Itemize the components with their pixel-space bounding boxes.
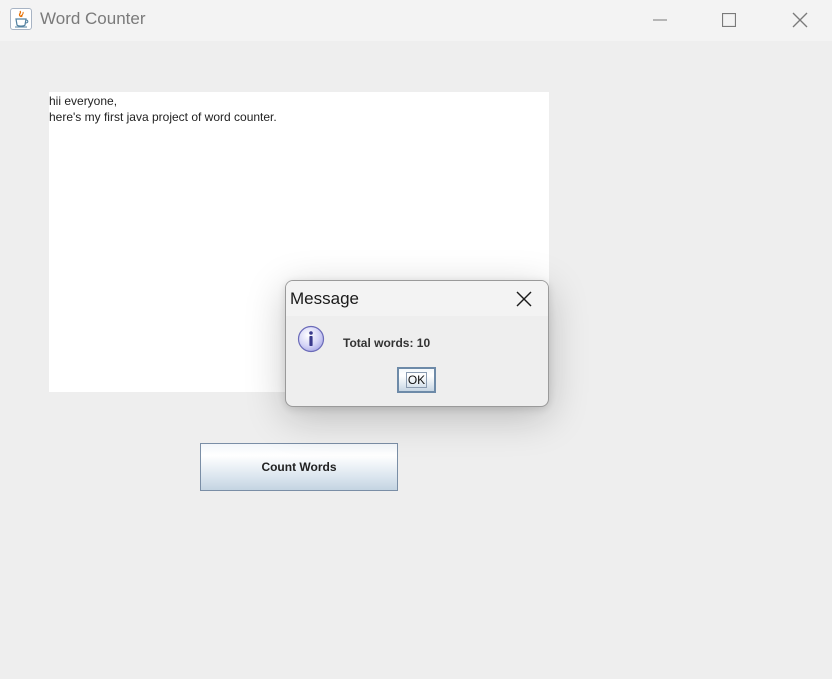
- minimize-icon: [653, 19, 667, 21]
- dialog-title: Message: [290, 289, 359, 308]
- message-text: Total words: 10: [343, 336, 431, 350]
- dialog-close-button[interactable]: [510, 287, 538, 311]
- dialog-title-bar[interactable]: Message: [286, 281, 548, 316]
- ok-button[interactable]: OK: [397, 367, 436, 393]
- main-window: Word Counter hii everyone, here's my fir…: [0, 0, 832, 679]
- text-line: here's my first java project of word cou…: [49, 110, 277, 124]
- maximize-button[interactable]: [706, 0, 752, 40]
- ok-label: OK: [405, 372, 428, 388]
- close-icon: [792, 12, 808, 28]
- java-icon: [10, 8, 32, 30]
- title-bar[interactable]: Word Counter: [0, 0, 832, 41]
- text-line: hii everyone,: [49, 94, 118, 108]
- minimize-button[interactable]: [637, 0, 683, 40]
- close-button[interactable]: [777, 0, 823, 40]
- close-icon: [516, 291, 532, 307]
- window-title: Word Counter: [40, 9, 146, 28]
- message-dialog: Message Total words: 10 OK: [285, 280, 549, 407]
- count-words-button[interactable]: Count Words: [200, 443, 398, 491]
- info-icon: [297, 325, 325, 353]
- maximize-icon: [722, 13, 736, 27]
